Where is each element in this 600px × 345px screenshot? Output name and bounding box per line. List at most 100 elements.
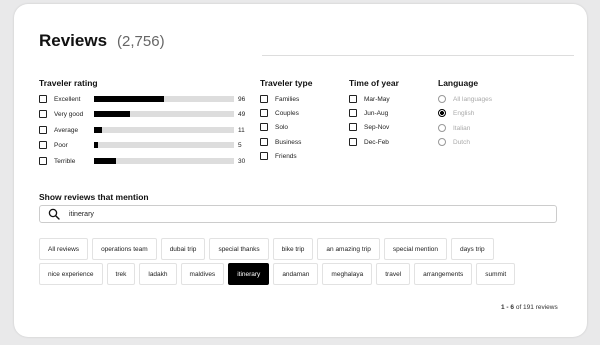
time-of-year-label: Dec-Feb bbox=[364, 138, 389, 146]
traveler-type-business[interactable]: Business bbox=[260, 136, 301, 148]
checkbox[interactable] bbox=[39, 157, 47, 165]
checkbox[interactable] bbox=[260, 152, 268, 160]
chip-summit[interactable]: summit bbox=[476, 263, 516, 285]
traveler-type-families[interactable]: Families bbox=[260, 93, 299, 105]
reviews-title: Reviews bbox=[39, 31, 108, 50]
rating-label: Terrible bbox=[54, 157, 76, 165]
language-italian[interactable]: Italian bbox=[438, 122, 470, 134]
traveler-type-label: Families bbox=[275, 95, 300, 103]
rating-label: Poor bbox=[54, 141, 68, 149]
search-value[interactable]: itinerary bbox=[69, 211, 94, 218]
language-title: Language bbox=[438, 78, 479, 88]
chip-bike-trip[interactable]: bike trip bbox=[272, 238, 314, 260]
rating-terrible-filter[interactable]: Terrible bbox=[39, 155, 75, 167]
rating-excellent-filter[interactable]: Excellent bbox=[39, 93, 80, 105]
language-label: Italian bbox=[453, 124, 471, 132]
traveler-type-solo[interactable]: Solo bbox=[260, 121, 288, 133]
time-of-year-label: Mar-May bbox=[364, 95, 390, 103]
chip-trek[interactable]: trek bbox=[106, 263, 136, 285]
language-english[interactable]: English bbox=[438, 107, 474, 119]
time-of-year-dec-feb[interactable]: Dec-Feb bbox=[349, 136, 389, 148]
language-label: Dutch bbox=[453, 138, 470, 146]
checkbox[interactable] bbox=[39, 141, 47, 149]
mention-chips-row-1: All reviews operations team dubai trip s… bbox=[39, 238, 574, 260]
time-of-year-jun-aug[interactable]: Jun-Aug bbox=[349, 107, 388, 119]
rating-count-poor: 5 bbox=[238, 142, 242, 149]
chip-arrangements[interactable]: arrangements bbox=[414, 263, 473, 285]
traveler-type-title: Traveler type bbox=[260, 78, 313, 88]
reviews-header: Reviews (2,756) bbox=[39, 31, 165, 51]
radio-button[interactable] bbox=[438, 95, 446, 103]
language-label: All languages bbox=[453, 95, 493, 103]
rating-bar-excellent bbox=[94, 96, 234, 102]
chip-maldives[interactable]: maldives bbox=[180, 263, 225, 285]
checkbox[interactable] bbox=[260, 95, 268, 103]
language-all-languages[interactable]: All languages bbox=[438, 93, 492, 105]
rating-very-good-filter[interactable]: Very good bbox=[39, 108, 83, 120]
rating-label: Very good bbox=[54, 110, 84, 118]
rating-poor-filter[interactable]: Poor bbox=[39, 139, 68, 151]
pagination-range: 1 - 6 bbox=[501, 304, 515, 311]
rating-label: Average bbox=[54, 126, 79, 134]
pagination-summary: 1 - 6 of 191 reviews bbox=[501, 304, 558, 311]
rating-bar-poor bbox=[94, 142, 234, 148]
checkbox[interactable] bbox=[260, 123, 268, 131]
checkbox[interactable] bbox=[349, 123, 357, 131]
checkbox[interactable] bbox=[349, 138, 357, 146]
checkbox[interactable] bbox=[39, 95, 47, 103]
rating-label: Excellent bbox=[54, 95, 81, 103]
chip-meghalaya[interactable]: meghalaya bbox=[322, 263, 373, 285]
chip-special-mention[interactable]: special mention bbox=[383, 238, 448, 260]
time-of-year-mar-may[interactable]: Mar-May bbox=[349, 93, 390, 105]
checkbox[interactable] bbox=[349, 95, 357, 103]
mention-title: Show reviews that mention bbox=[39, 192, 149, 202]
chip-special-thanks[interactable]: special thanks bbox=[209, 238, 269, 260]
language-dutch[interactable]: Dutch bbox=[438, 136, 470, 148]
checkbox[interactable] bbox=[349, 109, 357, 117]
language-label: English bbox=[453, 109, 475, 117]
chip-dubai-trip[interactable]: dubai trip bbox=[160, 238, 206, 260]
traveler-type-label: Solo bbox=[275, 123, 289, 131]
rating-bar-fill bbox=[94, 142, 99, 148]
checkbox[interactable] bbox=[39, 126, 47, 134]
reviews-card: Reviews (2,756) Traveler rating Excellen… bbox=[14, 4, 587, 337]
header-divider bbox=[262, 55, 574, 56]
mention-search-input[interactable]: itinerary bbox=[39, 205, 557, 223]
rating-bar-average bbox=[94, 127, 234, 133]
checkbox[interactable] bbox=[260, 109, 268, 117]
chip-ladakh[interactable]: ladakh bbox=[139, 263, 177, 285]
chip-an-amazing-trip[interactable]: an amazing trip bbox=[317, 238, 380, 260]
reviews-count: (2,756) bbox=[117, 33, 165, 50]
rating-bar-fill bbox=[94, 158, 117, 164]
checkbox[interactable] bbox=[39, 110, 47, 118]
chip-andaman[interactable]: andaman bbox=[273, 263, 319, 285]
rating-bar-terrible bbox=[94, 158, 234, 164]
rating-count-very-good: 49 bbox=[238, 111, 246, 118]
radio-button[interactable] bbox=[438, 124, 446, 132]
traveler-type-friends[interactable]: Friends bbox=[260, 150, 297, 162]
traveler-type-label: Business bbox=[275, 138, 302, 146]
rating-average-filter[interactable]: Average bbox=[39, 124, 78, 136]
rating-bar-fill bbox=[94, 96, 164, 102]
checkbox[interactable] bbox=[260, 138, 268, 146]
rating-bar-fill bbox=[94, 111, 131, 117]
search-icon bbox=[48, 208, 60, 220]
chip-itinerary-selected[interactable]: itinerary bbox=[228, 263, 270, 285]
traveler-type-label: Friends bbox=[275, 152, 297, 160]
traveler-type-couples[interactable]: Couples bbox=[260, 107, 299, 119]
chip-days-trip[interactable]: days trip bbox=[451, 238, 494, 260]
chip-all-reviews[interactable]: All reviews bbox=[39, 238, 89, 260]
radio-button-selected[interactable] bbox=[438, 109, 446, 117]
traveler-rating-title: Traveler rating bbox=[39, 78, 98, 88]
rating-count-excellent: 96 bbox=[238, 96, 246, 103]
chip-travel[interactable]: travel bbox=[376, 263, 411, 285]
chip-operations-team[interactable]: operations team bbox=[92, 238, 157, 260]
chip-nice-experience[interactable]: nice experience bbox=[39, 263, 103, 285]
radio-button[interactable] bbox=[438, 138, 446, 146]
pagination-total: of 191 reviews bbox=[515, 304, 558, 311]
rating-count-average: 11 bbox=[238, 127, 245, 134]
time-of-year-label: Jun-Aug bbox=[364, 109, 389, 117]
rating-bar-very-good bbox=[94, 111, 234, 117]
traveler-type-label: Couples bbox=[275, 109, 299, 117]
time-of-year-sep-nov[interactable]: Sep-Nov bbox=[349, 121, 389, 133]
